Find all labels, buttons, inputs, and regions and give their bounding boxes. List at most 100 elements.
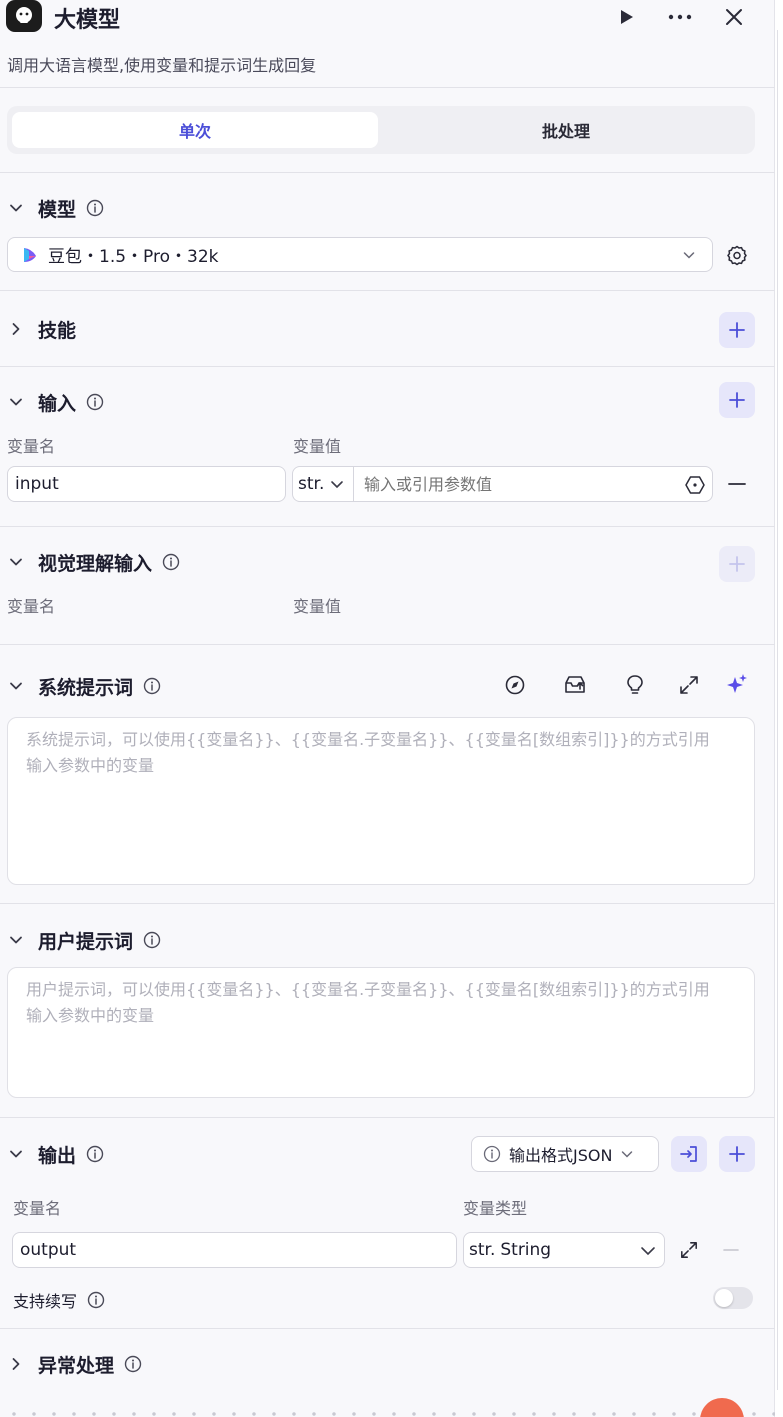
vision-input-section-header[interactable]: 视觉理解输入 [7,547,181,577]
info-icon[interactable] [142,930,162,950]
continue-writing-label: 支持续写 [13,1292,78,1311]
output-section-header[interactable]: 输出 [7,1139,105,1169]
info-icon[interactable] [161,552,181,572]
mode-tabs: 单次 批处理 [7,106,755,154]
node-logo [6,0,42,32]
add-skill-button[interactable] [719,312,755,348]
remove-output-button[interactable] [718,1237,744,1263]
column-label-name: 变量名 [13,1199,62,1218]
user-prompt-textarea[interactable]: 用户提示词，可以使用{{变量名}}、{{变量名.子变量名}}、{{变量名[数组索… [7,967,755,1098]
lightbulb-icon [627,675,643,694]
close-icon [726,9,742,25]
output-format-label: 输出格式JSON [509,1146,613,1165]
prompt-library-button[interactable] [502,672,528,698]
section-title: 技能 [38,319,77,342]
info-icon[interactable] [142,676,162,696]
input-variable-name: input [15,474,59,494]
close-button[interactable] [721,4,747,30]
model-settings-button[interactable] [724,242,750,268]
remove-input-button[interactable] [724,471,750,497]
type-prefix: str. [469,1240,496,1260]
chevron-down-icon [331,481,344,489]
chevron-down-icon [7,931,25,949]
info-icon[interactable] [85,1144,105,1164]
column-label-name: 变量名 [7,597,56,616]
divider [0,290,775,291]
run-button[interactable] [613,4,639,30]
sparkle-icon [727,674,747,693]
compass-icon [505,675,525,695]
continue-writing-row: 支持续写 [13,1288,106,1312]
divider [0,1328,775,1329]
doubao-logo-icon [24,247,36,262]
column-label-type: 变量类型 [463,1199,528,1218]
column-label-name: 变量名 [7,437,56,456]
info-icon[interactable] [85,392,105,412]
system-prompt-placeholder: 输入参数中的变量 [26,756,155,775]
output-type-select[interactable]: str. String [463,1232,665,1268]
canvas-dot-grid [0,1405,775,1417]
divider [0,1117,775,1118]
model-name: 豆包・1.5・Pro・32k [48,247,219,267]
add-vision-input-button[interactable] [719,546,755,582]
bot-icon [16,7,32,23]
model-section-header[interactable]: 模型 [7,193,105,223]
reference-variable-button[interactable] [684,474,706,501]
add-output-button[interactable] [719,1136,755,1172]
chevron-down-icon [7,553,25,571]
system-prompt-placeholder: 系统提示词，可以使用{{变量名}}、{{变量名.子变量名}}、{{变量名[数组索… [26,730,710,749]
chevron-down-icon [682,247,696,267]
model-select[interactable]: 豆包・1.5・Pro・32k [7,237,713,272]
user-prompt-section-header[interactable]: 用户提示词 [7,925,162,955]
column-label-value: 变量值 [293,437,342,456]
import-output-button[interactable] [671,1136,707,1172]
divider [0,87,775,88]
input-variable-value-group: str. [292,466,713,502]
divider [0,903,775,904]
add-input-button[interactable] [719,382,755,418]
minus-icon [723,1249,739,1251]
tab-batch[interactable]: 批处理 [382,112,750,148]
skills-section-header[interactable]: 技能 [7,314,76,344]
input-variable-value-field[interactable] [364,474,664,494]
section-title: 视觉理解输入 [38,552,153,575]
info-icon[interactable] [85,198,105,218]
scrollbar-thumb[interactable] [777,30,781,1390]
more-button[interactable] [667,4,693,30]
more-icon [668,14,692,20]
divider [0,172,775,173]
type-label: String [500,1240,552,1260]
output-format-select[interactable]: 输出格式JSON [471,1136,659,1172]
info-icon[interactable] [123,1354,143,1374]
column-label-value: 变量值 [293,597,342,616]
play-icon [621,10,633,24]
expand-icon [681,1242,697,1258]
expand-output-button[interactable] [676,1237,702,1263]
prompt-tips-button[interactable] [622,672,648,698]
info-icon[interactable] [86,1290,106,1310]
exception-section-header[interactable]: 异常处理 [7,1349,143,1379]
gear-icon [727,245,747,266]
import-icon [680,1146,697,1162]
save-prompt-button[interactable] [562,672,588,698]
divider [0,644,775,645]
type-select[interactable]: str. [293,467,354,501]
scrollbar[interactable] [775,0,783,1417]
output-variable-name-field[interactable]: output [12,1232,457,1268]
continue-writing-toggle[interactable] [713,1287,753,1309]
node-title: 大模型 [54,8,121,33]
system-prompt-textarea[interactable]: 系统提示词，可以使用{{变量名}}、{{变量名.子变量名}}、{{变量名[数组索… [7,717,755,885]
section-title: 系统提示词 [38,676,134,699]
node-description: 调用大语言模型,使用变量和提示词生成回复 [7,56,317,75]
user-prompt-placeholder: 用户提示词，可以使用{{变量名}}、{{变量名.子变量名}}、{{变量名[数组索… [26,980,710,999]
section-title: 输出 [38,1144,77,1167]
input-variable-name-field[interactable]: input [7,466,286,502]
avatar[interactable] [700,1398,744,1417]
input-section-header[interactable]: 输入 [7,387,105,417]
inbox-upload-icon [565,676,585,693]
tab-single[interactable]: 单次 [12,112,378,148]
system-prompt-section-header[interactable]: 系统提示词 [7,671,162,701]
chevron-down-icon [7,393,25,411]
ai-optimize-prompt-button[interactable] [724,672,750,698]
expand-system-prompt-button[interactable] [676,672,702,698]
